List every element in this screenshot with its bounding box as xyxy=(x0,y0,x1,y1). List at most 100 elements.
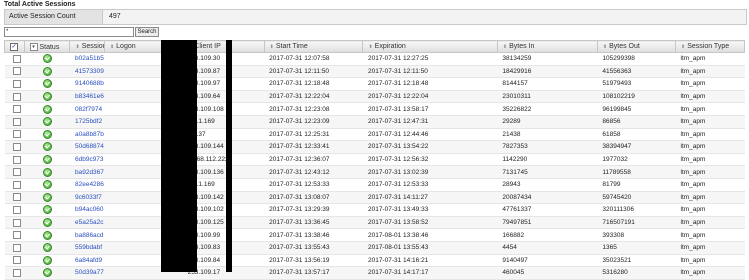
expiration-value: 2017-07-31 14:16:21 xyxy=(367,256,429,264)
row-checkbox[interactable] xyxy=(12,256,21,265)
table-row[interactable]: 559bdabf 253.109.83 2017-07-31 13:55:43 201… xyxy=(4,241,745,255)
session-id-link[interactable]: 6db9c973 xyxy=(75,156,104,163)
expiration-cell: 2017-07-31 12:56:32 xyxy=(362,153,498,167)
table-row[interactable]: 9140688b 253.109.97 2017-07-31 12:18:48 201… xyxy=(4,77,745,91)
session-id-link[interactable]: 50d68874 xyxy=(75,143,104,150)
expiration-value: 2017-07-31 13:58:17 xyxy=(367,105,429,113)
row-checkbox[interactable] xyxy=(12,218,21,227)
search-input[interactable]: * xyxy=(4,27,134,37)
row-checkbox[interactable] xyxy=(12,130,21,139)
bytes-out-value: 1365 xyxy=(602,244,617,252)
session-id-link[interactable]: b02a51b5 xyxy=(75,55,104,62)
bytes-out-cell: 1977032 xyxy=(597,153,676,167)
column-header-bytes-out[interactable]: ⬍ Bytes Out xyxy=(596,40,677,53)
status-cell xyxy=(24,115,70,129)
column-header-session-id[interactable]: ⬍Session ID xyxy=(69,40,105,53)
status-active-icon xyxy=(42,230,52,240)
session-id-link[interactable]: e5a25a2c xyxy=(75,219,104,226)
session-type-value: ltm_apm xyxy=(680,219,706,227)
column-header-check[interactable]: ✓ xyxy=(4,40,25,53)
column-header-session-type[interactable]: ⬍ Session Type xyxy=(675,40,745,53)
row-checkbox[interactable] xyxy=(12,168,21,177)
chevron-down-icon[interactable]: ▾ xyxy=(29,42,38,51)
table-row[interactable]: b83461e6 253.109.64 2017-07-31 12:22:04 201… xyxy=(4,90,745,104)
row-checkbox[interactable] xyxy=(12,180,21,189)
expiration-value: 2017-08-01 13:55:43 xyxy=(367,244,429,252)
row-checkbox[interactable] xyxy=(12,117,21,126)
row-checkbox[interactable] xyxy=(12,92,21,101)
bytes-in-value: 8144157 xyxy=(502,80,528,88)
row-checkbox[interactable] xyxy=(12,142,21,151)
table-row[interactable]: 6a84afd9 253.109.84 2017-07-31 13:56:19 201… xyxy=(4,254,745,268)
table-row[interactable]: 41573309 253.109.87 2017-07-31 12:11:50 201… xyxy=(4,65,745,79)
row-checkbox[interactable] xyxy=(12,193,21,202)
row-checkbox[interactable] xyxy=(12,54,21,63)
bytes-out-value: 51979493 xyxy=(602,80,632,88)
start-time-value: 2017-07-31 13:56:19 xyxy=(269,256,330,264)
session-id-link[interactable]: 6a84afd9 xyxy=(75,257,102,264)
table-row[interactable]: 82ee4286 2.8.1.169 2017-07-31 12:53:33 2017… xyxy=(4,178,745,192)
row-checkbox[interactable] xyxy=(12,105,21,114)
select-all-checkbox[interactable]: ✓ xyxy=(10,42,18,51)
bytes-out-value: 61858 xyxy=(602,130,621,138)
table-row[interactable]: e5a25a2c 253.109.125 2017-07-31 13:36:45 20… xyxy=(4,216,745,230)
table-row[interactable]: 50d68874 253.109.144 2017-07-31 12:33:41 20… xyxy=(4,140,745,154)
status-cell xyxy=(24,90,70,104)
redacted-logon-column xyxy=(161,40,197,272)
column-header-expiration[interactable]: ⬍ Expiration xyxy=(362,40,498,53)
session-id-link[interactable]: 9140688b xyxy=(75,80,104,87)
session-id-link[interactable]: 50d39a77 xyxy=(75,269,104,276)
row-select-cell xyxy=(4,228,25,242)
expiration-value: 2017-07-31 13:02:39 xyxy=(367,168,429,176)
session-id-link[interactable]: b94ac060 xyxy=(75,206,104,213)
table-row[interactable]: 6db9c973 2.168.112.222 2017-07-31 12:36:07… xyxy=(4,153,745,167)
session-id-link[interactable]: 559bdabf xyxy=(75,244,102,251)
session-id-link[interactable]: 1725bdf2 xyxy=(75,118,102,125)
session-id-link[interactable]: ba886acd xyxy=(75,232,104,239)
table-row[interactable]: 9c6033f7 253.109.142 2017-07-31 13:08:07 20… xyxy=(4,191,745,205)
session-type-cell: ltm_apm xyxy=(675,90,745,104)
search-button[interactable]: Search xyxy=(135,27,159,37)
session-id-link[interactable]: b83461e6 xyxy=(75,93,104,100)
session-type-cell: ltm_apm xyxy=(675,203,745,217)
expiration-cell: 2017-08-01 13:55:43 xyxy=(362,241,498,255)
row-checkbox[interactable] xyxy=(12,231,21,240)
table-row[interactable]: 1725bdf2 2.8.1.169 2017-07-31 12:23:09 2017… xyxy=(4,115,745,129)
bytes-in-cell: 20087434 xyxy=(497,191,598,205)
table-row[interactable]: b94ac060 253.109.102 2017-07-31 13:29:39 20… xyxy=(4,203,745,217)
sort-arrows-icon: ⬍ xyxy=(368,44,373,50)
column-header-status[interactable]: ▾ Status xyxy=(23,40,71,53)
expiration-cell: 2017-07-31 12:27:25 xyxy=(362,52,498,66)
table-row[interactable]: 082f7974 253.109.108 2017-07-31 12:23:08 20… xyxy=(4,102,745,116)
table-row[interactable]: b02a51b5 253.109.30 2017-07-31 12:07:58 201… xyxy=(4,52,745,66)
table-row[interactable]: ba92d367 253.109.136 2017-07-31 12:43:12 20… xyxy=(4,165,745,179)
column-header-start-time[interactable]: ⬍ Start Time xyxy=(263,40,364,53)
row-checkbox[interactable] xyxy=(12,268,21,277)
row-checkbox[interactable] xyxy=(12,155,21,164)
start-time-cell: 2017-07-31 12:36:07 xyxy=(264,153,363,167)
table-row[interactable]: ba886acd 253.109.99 2017-07-31 13:38:46 201… xyxy=(4,228,745,242)
start-time-value: 2017-07-31 12:18:48 xyxy=(269,80,330,88)
start-time-cell: 2017-07-31 13:55:43 xyxy=(264,241,363,255)
status-active-icon xyxy=(42,142,52,152)
row-checkbox[interactable] xyxy=(12,79,21,88)
expiration-cell: 2017-07-31 12:22:04 xyxy=(362,90,498,104)
status-active-icon xyxy=(42,255,52,265)
session-id-link[interactable]: 082f7974 xyxy=(75,106,102,113)
row-checkbox[interactable] xyxy=(12,243,21,252)
session-id-link[interactable]: ba92d367 xyxy=(75,169,104,176)
redacted-ip-prefix xyxy=(226,40,232,272)
session-id-link[interactable]: 82ee4286 xyxy=(75,181,104,188)
table-row[interactable]: a0a8b87b1.1.372017-07-31 12:25:312017-07… xyxy=(4,128,745,142)
session-id-link[interactable]: a0a8b87b xyxy=(75,131,104,138)
row-checkbox[interactable] xyxy=(12,205,21,214)
column-header-bytes-in[interactable]: ⬍ Bytes In xyxy=(496,40,598,53)
row-checkbox[interactable] xyxy=(12,67,21,76)
session-id-link[interactable]: 41573309 xyxy=(75,68,104,75)
session-id-link[interactable]: 9c6033f7 xyxy=(75,194,102,201)
expiration-value: 2017-08-01 13:38:46 xyxy=(367,231,429,239)
status-cell xyxy=(24,65,70,79)
status-active-icon xyxy=(42,192,52,202)
row-select-cell xyxy=(4,178,25,192)
table-row[interactable]: 50d39a77 253.109.17 2017-07-31 13:57:17 201… xyxy=(4,266,745,280)
